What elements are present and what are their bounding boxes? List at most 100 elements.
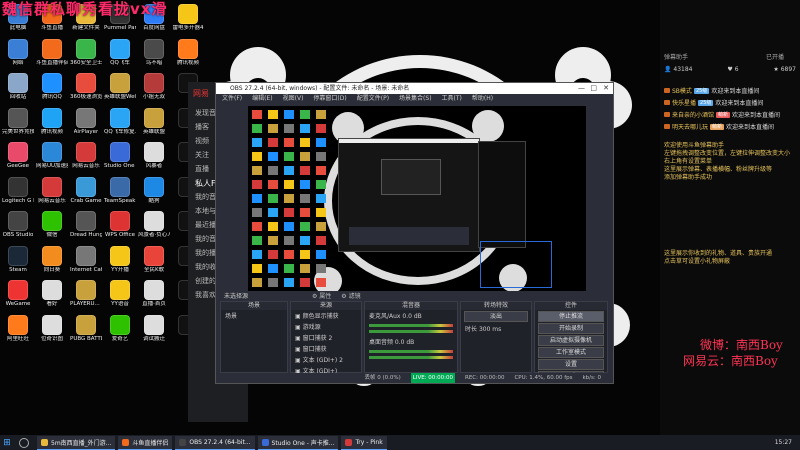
- source-item[interactable]: ▣ 颜色显示捕获: [291, 310, 361, 321]
- desktop-icon[interactable]: YY语音: [104, 280, 136, 315]
- clock[interactable]: 15:27: [775, 439, 792, 446]
- desktop-icon[interactable]: OBS Studio: [2, 211, 34, 246]
- mixer-channel[interactable]: 桌面音频 0.0 dB: [365, 336, 457, 359]
- control-button[interactable]: 工作室模式: [538, 347, 604, 358]
- desktop-icon[interactable]: Internet Cafe Si...: [70, 245, 102, 281]
- desktop-icon[interactable]: QQ飞车: [104, 38, 136, 74]
- desktop-icon[interactable]: 微信: [36, 211, 68, 246]
- taskbar-item[interactable]: OBS 27.2.4 (64-bit...: [175, 435, 255, 450]
- search-icon[interactable]: [19, 437, 29, 448]
- source-item[interactable]: ▣ 窗口捕获: [291, 343, 361, 354]
- desktop-icon[interactable]: GeeGee: [2, 142, 34, 177]
- duration-input[interactable]: 300 ms: [479, 326, 501, 333]
- desktop-icon[interactable]: 英雄联盟: [138, 107, 170, 143]
- obs-menu-item[interactable]: 场景集合(S): [399, 94, 432, 104]
- control-button[interactable]: 启动虚拟摄像机: [538, 335, 604, 346]
- netease-nav-item[interactable]: 视频: [195, 136, 209, 146]
- desktop-icon[interactable]: 斗鱼直播伴侣: [36, 38, 68, 74]
- desktop-icon[interactable]: 网易UU加速器: [36, 142, 68, 177]
- desktop-icon[interactable]: Logitech G HUB: [2, 176, 34, 212]
- volume-slider[interactable]: [369, 356, 453, 359]
- source-item[interactable]: ▣ 游戏源: [291, 321, 361, 332]
- desktop-icon[interactable]: 位奇识图: [36, 314, 68, 350]
- desktop-icon[interactable]: PLAYERU... BATTLEGR...: [70, 280, 102, 315]
- desktop-icon[interactable]: YY开播: [104, 245, 136, 281]
- scene-item[interactable]: 场景: [221, 310, 287, 321]
- taskbar-item-label: Studio One - 声卡推...: [271, 439, 335, 447]
- desktop-icon[interactable]: 直播·首页: [138, 280, 170, 315]
- desktop-icon[interactable]: 风暴者: [138, 142, 170, 177]
- obs-menu-item[interactable]: 停靠窗口(D): [313, 94, 346, 104]
- mixer-channel[interactable]: 麦克风/Aux 0.0 dB: [365, 310, 457, 333]
- desktop-icon[interactable]: 阿里旺旺: [2, 314, 34, 350]
- desktop-icon[interactable]: 风景者·负心人: [138, 211, 170, 246]
- netease-nav-item[interactable]: 直播: [195, 164, 209, 174]
- desktop-icon-label: YY语音: [111, 301, 129, 307]
- desktop-icon[interactable]: QQ飞车修复工具: [104, 107, 136, 143]
- desktop-icon[interactable]: TeamSpeak 3: [104, 176, 136, 212]
- desktop-icon[interactable]: Studio One 4: [104, 142, 136, 177]
- windows-start-icon[interactable]: ⊞: [0, 435, 14, 450]
- netease-nav-item[interactable]: 播客: [195, 122, 209, 132]
- desktop-icon[interactable]: 全民K歌: [138, 245, 170, 281]
- desktop-icon[interactable]: 鸟不暗: [138, 38, 170, 74]
- desktop-icon[interactable]: AirPlayer: [70, 107, 102, 143]
- taskbar-item[interactable]: 5m南西直播_外门游...: [37, 435, 116, 450]
- desktop-icon[interactable]: 雷电多开器4: [172, 4, 204, 39]
- netease-nav-item[interactable]: 关注: [195, 150, 209, 160]
- transitions-dock[interactable]: 转场特效 淡出 时长 300 ms: [460, 301, 532, 373]
- desktop-icon[interactable]: 360安全卫士: [70, 38, 102, 74]
- controls-dock[interactable]: 控件 停止推流开始录制启动虚拟摄像机工作室模式设置退出: [534, 301, 608, 382]
- mixer-dock[interactable]: 混音器 麦克风/Aux 0.0 dB 桌面音频 0.0 dB: [364, 301, 458, 373]
- scenes-dock[interactable]: 场景 场景: [220, 301, 288, 373]
- control-button[interactable]: 开始录制: [538, 323, 604, 334]
- obs-menu-item[interactable]: 文件(F): [222, 94, 242, 104]
- desktop-icon[interactable]: 网易云音乐: [70, 142, 102, 177]
- volume-slider[interactable]: [369, 330, 453, 333]
- obs-window[interactable]: OBS 27.2.4 (64-bit, windows) - 配置文件: 未命名…: [215, 82, 614, 384]
- selection-box[interactable]: [480, 241, 552, 288]
- desktop-icon[interactable]: 完美世界竞技: [2, 107, 34, 143]
- close-icon[interactable]: ✕: [603, 83, 609, 94]
- desktop-icon[interactable]: 看好: [36, 280, 68, 315]
- obs-menu-item[interactable]: 工具(T): [442, 94, 462, 104]
- control-button[interactable]: 设置: [538, 359, 604, 370]
- desktop-icon[interactable]: 360极速浏览器: [70, 73, 102, 108]
- desktop-icon[interactable]: Dread Hunger: [70, 211, 102, 246]
- desktop-icon[interactable]: 爱奇艺: [104, 314, 136, 350]
- desktop-icon[interactable]: 酷狗: [138, 176, 170, 212]
- obs-menu-item[interactable]: 帮助(H): [472, 94, 493, 104]
- control-button[interactable]: 停止推流: [538, 311, 604, 322]
- obs-preview[interactable]: [248, 106, 586, 291]
- desktop-icon[interactable]: PUBG BATTLEGR...: [70, 314, 102, 350]
- source-tool-button[interactable]: ⚙ 滤镜: [341, 291, 360, 300]
- obs-menu-item[interactable]: 配置文件(P): [357, 94, 389, 104]
- desktop-icon[interactable]: 小姐无双: [138, 73, 170, 108]
- taskbar-item[interactable]: 斗鱼直播伴侣: [118, 435, 173, 450]
- transition-select[interactable]: 淡出: [464, 311, 528, 322]
- obs-menu-item[interactable]: 视图(V): [283, 94, 304, 104]
- obs-menu-item[interactable]: 编辑(E): [252, 94, 272, 104]
- desktop-icon[interactable]: 网易云音乐: [36, 176, 68, 212]
- desktop-icon[interactable]: 英雄联盟WeGame版: [104, 73, 136, 108]
- desktop-icon[interactable]: 网络: [2, 38, 34, 74]
- source-tool-button[interactable]: ⚙ 属性: [312, 291, 331, 300]
- maximize-icon[interactable]: □: [590, 83, 597, 94]
- desktop-icon[interactable]: Crab Game: [70, 176, 102, 212]
- source-item[interactable]: ▣ 文本 (GDI+) 2: [291, 354, 361, 365]
- preview-desktop-icon: [252, 166, 262, 175]
- desktop-icon[interactable]: WeGame: [2, 280, 34, 315]
- desktop-icon[interactable]: WPS Office: [104, 211, 136, 246]
- source-item[interactable]: ▣ 窗口捕获 2: [291, 332, 361, 343]
- sources-dock[interactable]: 来源 ▣ 颜色显示捕获 ▣ 游戏源 ▣ 窗口捕获 2 ▣ 窗口捕获 ▣ 文本 (GDI+…: [290, 301, 362, 375]
- minimize-icon[interactable]: —: [578, 83, 585, 94]
- desktop-icon[interactable]: 腾讯视频: [172, 38, 204, 74]
- desktop-icon[interactable]: 回收站: [2, 73, 34, 108]
- taskbar-item[interactable]: Try - Pink: [341, 435, 387, 450]
- desktop-icon[interactable]: 调试搬迁: [138, 314, 170, 350]
- taskbar-item[interactable]: Studio One - 声卡推...: [257, 435, 339, 450]
- desktop-icon[interactable]: Steam: [2, 245, 34, 281]
- desktop-icon[interactable]: 向日葵: [36, 245, 68, 281]
- desktop-icon[interactable]: 腾讯QQ: [36, 73, 68, 108]
- desktop-icon[interactable]: 腾讯视频: [36, 107, 68, 143]
